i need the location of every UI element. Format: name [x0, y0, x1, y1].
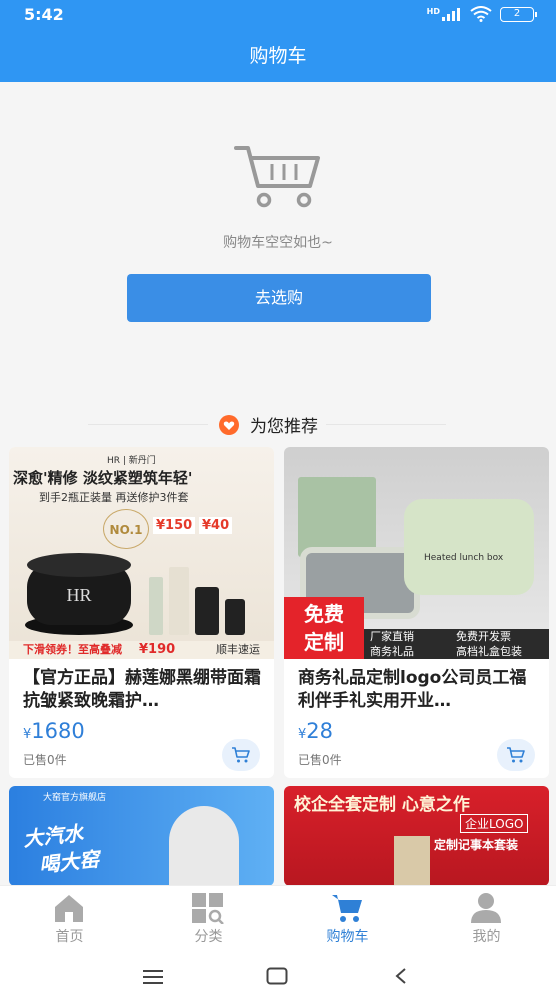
tab-cart[interactable]: 购物车	[278, 886, 417, 948]
gift-bag-image	[394, 836, 430, 886]
add-to-cart-button[interactable]	[222, 739, 260, 771]
tab-home[interactable]: 首页	[0, 886, 139, 948]
banner-free: 免费	[304, 602, 344, 626]
home-nav-icon[interactable]	[266, 967, 288, 985]
banner-headline: 深愈'精修 淡纹紧塑筑年轻'	[13, 469, 193, 487]
product-card[interactable]: 大窑官方旗舰店 大汽水 喝大窑	[9, 786, 274, 886]
banner-bottom-bar: 下滑领券！至高叠减 ¥190 顺丰速运	[9, 641, 274, 659]
category-icon	[192, 893, 224, 924]
cart-icon	[507, 747, 525, 763]
battery-icon: 2	[500, 6, 537, 22]
home-icon	[55, 895, 83, 922]
empty-cart-message: 购物车空空如也~	[223, 235, 333, 251]
tab-label: 首页	[55, 929, 84, 945]
empty-cart-icon	[234, 146, 320, 208]
battery-level: 2	[513, 7, 521, 19]
bottom-tab-bar: 首页 分类 购物车 我的	[0, 885, 556, 947]
banner-tag-4: 高档礼盒包装	[456, 645, 522, 658]
cart-icon	[332, 895, 362, 922]
product-image: HR | 新丹门 深愈'精修 淡纹紧塑筑年轻' 到手2瓶正装量 再送修护3件套 …	[9, 447, 274, 659]
banner-line-2: 企业LOGO	[460, 814, 529, 833]
user-icon	[471, 893, 501, 923]
recommend-header: 为您推荐	[0, 412, 556, 437]
tab-label: 我的	[472, 929, 501, 945]
product-price: ¥28	[298, 719, 333, 743]
gift-box-image	[298, 477, 376, 557]
empty-cart-section: 购物车空空如也~ 去选购	[0, 82, 556, 402]
banner-tag-2: 免费开发票	[456, 630, 511, 643]
banner-free-custom: 免费 定制	[284, 597, 364, 659]
product-image: 大窑官方旗舰店 大汽水 喝大窑	[9, 786, 274, 886]
product-image: 校企全套定制 心意之作 企业LOGO 定制记事本套装	[284, 786, 549, 886]
banner-promo-2: ¥40	[199, 517, 233, 534]
tab-label: 分类	[194, 929, 223, 945]
lunch-box-green: Heated lunch box	[404, 499, 534, 595]
product-card[interactable]: HR | 新丹门 深愈'精修 淡纹紧塑筑年轻' 到手2瓶正装量 再送修护3件套 …	[9, 447, 274, 778]
person-image	[169, 806, 239, 886]
divider-left	[88, 424, 208, 425]
banner-store: 大窑官方旗舰店	[43, 793, 107, 803]
banner-tag-3: 商务礼品	[370, 645, 414, 658]
product-name[interactable]: 【官方正品】赫莲娜黑绷带面霜抗皱紧致晚霜护…	[23, 667, 263, 713]
product-card[interactable]: Heated lunch box 免费 定制 厂家直销 免费开发票 商务礼品 高…	[284, 447, 549, 778]
price-value: 28	[306, 719, 334, 743]
banner-tags: 厂家直销 免费开发票 商务礼品 高档礼盒包装	[364, 629, 549, 659]
divider-right	[326, 424, 446, 425]
product-image: Heated lunch box 免费 定制 厂家直销 免费开发票 商务礼品 高…	[284, 447, 549, 659]
signal-icon	[442, 8, 460, 21]
cart-icon	[232, 747, 250, 763]
banner-bottom-price: ¥190	[139, 642, 176, 657]
svg-text:HR: HR	[66, 585, 91, 605]
cream-jar-image: HR	[25, 553, 133, 635]
banner-bottom-left: 下滑领券！至高叠减	[23, 643, 122, 656]
product-card[interactable]: 校企全套定制 心意之作 企业LOGO 定制记事本套装	[284, 786, 549, 886]
sold-count: 已售0件	[298, 753, 342, 767]
heart-icon	[219, 414, 239, 435]
tab-label: 购物车	[326, 929, 369, 945]
banner-promo-1: ¥150	[153, 517, 196, 534]
recommend-title: 为您推荐	[250, 417, 318, 437]
banner-bottom-right: 顺丰速运	[216, 643, 260, 656]
banner-sub: 到手2瓶正装量 再送修护3件套	[39, 491, 189, 504]
add-to-cart-button[interactable]	[497, 739, 535, 771]
status-icons: HD 2	[426, 6, 537, 22]
tab-category[interactable]: 分类	[139, 886, 278, 948]
bottles-image	[149, 557, 259, 637]
sold-count: 已售0件	[23, 753, 67, 767]
product-name[interactable]: 商务礼品定制logo公司员工福利伴手礼实用开业…	[298, 667, 538, 713]
system-nav-bar	[0, 947, 556, 987]
tab-profile[interactable]: 我的	[417, 886, 556, 948]
menu-icon[interactable]	[142, 969, 164, 985]
product-price: ¥1680	[23, 719, 85, 743]
banner-slogan-2: 喝大窑	[38, 846, 101, 878]
box-label: Heated lunch box	[424, 553, 504, 563]
price-value: 1680	[31, 719, 85, 743]
banner-brand: HR | 新丹门	[107, 456, 156, 466]
banner-line-1: 校企全套定制 心意之作	[294, 795, 470, 815]
go-shopping-button[interactable]: 去选购	[127, 274, 431, 322]
network-label: HD	[426, 6, 440, 16]
banner-custom: 定制	[304, 630, 344, 654]
page-title: 购物车	[0, 30, 556, 82]
wifi-icon	[470, 6, 492, 22]
status-time: 5:42	[24, 5, 64, 24]
status-bar: 5:42 HD 2	[0, 0, 556, 30]
back-icon[interactable]	[394, 967, 408, 985]
banner-line-3: 定制记事本套装	[434, 838, 519, 852]
banner-tag-1: 厂家直销	[370, 630, 414, 643]
